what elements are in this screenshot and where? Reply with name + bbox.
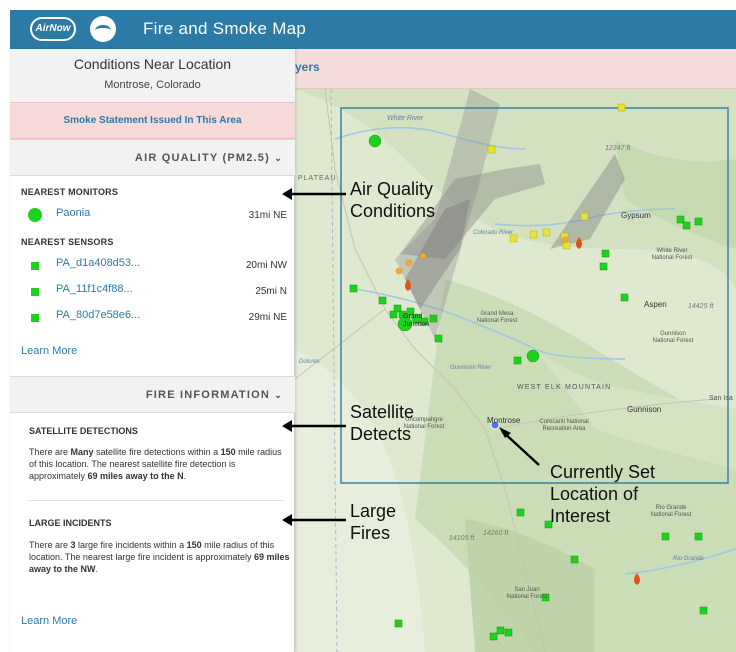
annotation-arrow — [282, 188, 346, 200]
conditions-panel: Conditions Near Location Montrose, Color… — [10, 49, 295, 652]
learn-more-air-link[interactable]: Learn More — [21, 345, 77, 357]
annotation-air-quality: Air Quality Conditions — [350, 179, 436, 221]
fire-info-section-header[interactable]: FIRE INFORMATION ⌄ — [10, 376, 295, 413]
learn-more-fire-link[interactable]: Learn More — [21, 615, 77, 627]
sensor-square-icon — [31, 288, 39, 296]
large-incidents-text: There are 3 large fire incidents within … — [29, 540, 290, 574]
map-label-grand-junction: Grand Junction — [403, 313, 430, 328]
location-name: Montrose, Colorado — [104, 79, 201, 91]
annotation-location: Currently Set Location of Interest — [550, 462, 656, 526]
sensor-distance: 20mi NW — [245, 260, 287, 271]
monitor-circle-icon — [28, 208, 42, 222]
map-label-peak-14260: 14260 ft — [483, 530, 509, 537]
map-canvas[interactable] — [295, 49, 736, 652]
map-label-gunnison-river: Gunnison River — [450, 365, 492, 371]
smoke-statement-banner[interactable]: Smoke Statement Issued In This Area — [10, 102, 295, 139]
sensor-name[interactable]: PA_80d7e58e6... — [56, 309, 140, 321]
air-quality-title: AIR QUALITY (PM2.5) ⌄ — [134, 152, 283, 164]
sensor-distance: 25mi N — [255, 286, 287, 297]
air-quality-section-header[interactable]: AIR QUALITY (PM2.5) ⌄ — [10, 139, 295, 176]
chevron-down-icon[interactable]: ⌄ — [274, 153, 283, 163]
map-label-west-elk: WEST ELK MOUNTAIN — [517, 384, 612, 391]
sensor-name[interactable]: PA_11f1c4f88... — [56, 283, 133, 295]
divider — [29, 500, 284, 501]
map-label-peak-14425: 14425 ft — [688, 303, 714, 310]
annotation-satellite: Satellite Detects — [350, 402, 415, 444]
large-incidents-heading: LARGE INCIDENTS — [29, 518, 112, 528]
map-label-montrose: Montrose — [487, 416, 521, 425]
sensor-row[interactable]: PA_11f1c4f88... 25mi N — [21, 282, 287, 300]
nearest-sensors-heading: NEAREST SENSORS — [21, 237, 114, 247]
map-label-aspen: Aspen — [644, 300, 667, 309]
map-label-colorado-river: Colorado River — [473, 230, 514, 236]
sensor-distance: 29mi NE — [248, 312, 287, 323]
map-label-san-juan: San Juan National Forest — [506, 587, 548, 600]
map-label-curecanti: Curecanti National Recreation Area — [539, 419, 589, 432]
agency-seal-icon — [90, 16, 116, 42]
smoke-statement-link[interactable]: Smoke Statement Issued In This Area — [63, 115, 241, 126]
map-label-plateau: PLATEAU — [298, 175, 337, 182]
map-label-peak-14105: 14105 ft — [449, 535, 475, 542]
sensor-row[interactable]: PA_80d7e58e6... 29mi NE — [21, 308, 287, 326]
map-label-peak-12347: 12347 ft — [605, 145, 631, 152]
fire-info-title: FIRE INFORMATION ⌄ — [145, 389, 283, 401]
map-label-gunnison: Gunnison — [627, 405, 662, 414]
sensor-name[interactable]: PA_d1a408d53... — [56, 257, 140, 269]
sensor-row[interactable]: PA_d1a408d53... 20mi NW — [21, 256, 287, 274]
map-label-white-river: White River — [387, 115, 424, 122]
conditions-header: Conditions Near Location Montrose, Color… — [10, 49, 295, 102]
monitor-name[interactable]: Paonia — [56, 207, 90, 219]
annotation-arrow — [282, 514, 346, 526]
chevron-down-icon[interactable]: ⌄ — [274, 390, 283, 400]
annotation-large-fires: Large Fires — [350, 501, 397, 543]
map-label-rio-grande: Rio Grande — [673, 556, 704, 562]
sensor-square-icon — [31, 314, 39, 322]
app-title: Fire and Smoke Map — [143, 19, 307, 38]
airnow-logo[interactable]: AirNow — [30, 17, 76, 41]
sensor-square-icon — [31, 262, 39, 270]
fire-smoke-map[interactable]: White River 12347 ft PLATEAU Gypsum Colo… — [295, 49, 736, 652]
layers-label[interactable]: yers — [295, 60, 320, 74]
map-label-gunnison-nf: Gunnison National Forest — [652, 331, 694, 344]
monitor-distance: 31mi NE — [248, 210, 287, 221]
satellite-detections-text: There are Many satellite fire detections… — [29, 447, 282, 481]
monitor-row[interactable]: Paonia 31mi NE — [21, 206, 287, 224]
panel-title: Conditions Near Location — [73, 56, 232, 72]
map-label-gypsum: Gypsum — [621, 211, 651, 220]
map-label-grand-mesa: Grand Mesa National Forest — [476, 311, 518, 324]
app-header: AirNow Fire and Smoke Map — [10, 10, 736, 49]
annotation-arrow — [282, 420, 346, 432]
satellite-detections-heading: SATELLITE DETECTIONS — [29, 426, 138, 436]
layers-bar[interactable]: yers — [295, 49, 736, 89]
map-label-dolores: Dolores — [299, 359, 320, 365]
map-label-san-isabel: San Isa — [709, 395, 733, 402]
map-label-white-river-nf: White River National Forest — [651, 248, 693, 261]
nearest-monitors-heading: NEAREST MONITORS — [21, 187, 119, 197]
